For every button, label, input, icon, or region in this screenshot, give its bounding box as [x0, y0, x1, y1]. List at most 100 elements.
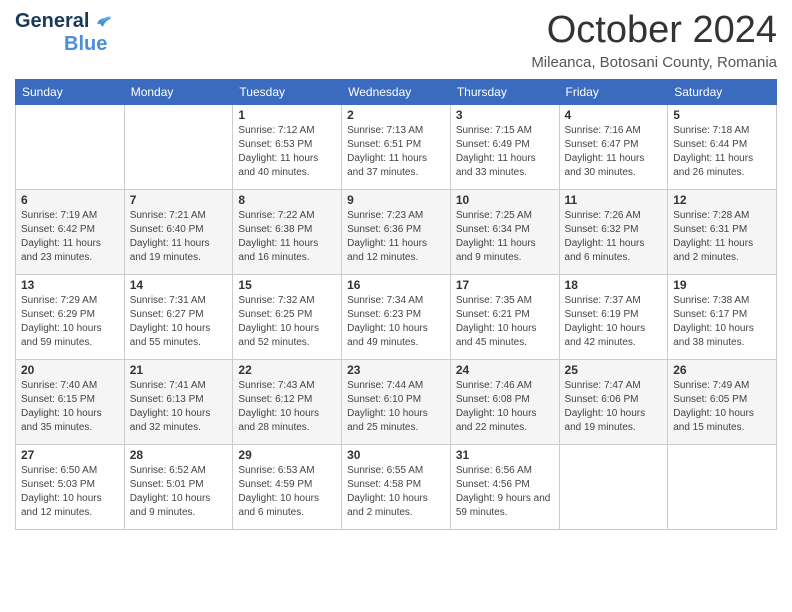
- calendar-cell: 24 Sunrise: 7:46 AM Sunset: 6:08 PM Dayli…: [450, 359, 559, 444]
- day-number: 24: [456, 363, 554, 377]
- calendar-cell: 6 Sunrise: 7:19 AM Sunset: 6:42 PM Daylig…: [16, 189, 125, 274]
- day-info: Sunrise: 6:53 AM Sunset: 4:59 PM Dayligh…: [238, 464, 336, 520]
- day-number: 15: [238, 278, 336, 292]
- day-info: Sunrise: 7:41 AM Sunset: 6:13 PM Dayligh…: [130, 379, 228, 435]
- calendar-cell: 27 Sunrise: 6:50 AM Sunset: 5:03 PM Dayli…: [16, 444, 125, 529]
- day-number: 23: [347, 363, 445, 377]
- day-number: 9: [347, 193, 445, 207]
- calendar-cell: 16Sunrise: 7:34 AM Sunset: 6:23 PM Dayli…: [342, 274, 451, 359]
- day-info: Sunrise: 7:25 AM Sunset: 6:34 PM Dayligh…: [456, 209, 554, 265]
- calendar-cell: 17Sunrise: 7:35 AM Sunset: 6:21 PM Dayli…: [450, 274, 559, 359]
- calendar-cell: 18 Sunrise: 7:37 AM Sunset: 6:19 PM Dayli…: [559, 274, 668, 359]
- calendar-cell: [668, 444, 777, 529]
- day-number: 11: [565, 193, 663, 207]
- day-number: 31: [456, 448, 554, 462]
- logo-bird-icon: [91, 11, 113, 33]
- calendar-week-row: 27 Sunrise: 6:50 AM Sunset: 5:03 PM Dayli…: [16, 444, 777, 529]
- day-number: 4: [565, 108, 663, 122]
- calendar-cell: 15Sunrise: 7:32 AM Sunset: 6:25 PM Dayli…: [233, 274, 342, 359]
- calendar-cell: 25Sunrise: 7:47 AM Sunset: 6:06 PM Dayli…: [559, 359, 668, 444]
- calendar-cell: 5 Sunrise: 7:18 AM Sunset: 6:44 PM Daylig…: [668, 104, 777, 189]
- calendar-cell: [124, 104, 233, 189]
- day-info: Sunrise: 7:21 AM Sunset: 6:40 PM Dayligh…: [130, 209, 228, 265]
- calendar-cell: 3 Sunrise: 7:15 AM Sunset: 6:49 PM Daylig…: [450, 104, 559, 189]
- calendar-cell: 4 Sunrise: 7:16 AM Sunset: 6:47 PM Daylig…: [559, 104, 668, 189]
- title-section: October 2024 Mileanca, Botosani County, …: [531, 10, 777, 71]
- calendar-cell: 1 Sunrise: 7:12 AM Sunset: 6:53 PM Daylig…: [233, 104, 342, 189]
- calendar-cell: [16, 104, 125, 189]
- calendar-cell: 31 Sunrise: 6:56 AM Sunset: 4:56 PM Dayli…: [450, 444, 559, 529]
- calendar-cell: 23Sunrise: 7:44 AM Sunset: 6:10 PM Dayli…: [342, 359, 451, 444]
- day-info: Sunrise: 7:16 AM Sunset: 6:47 PM Dayligh…: [565, 124, 663, 180]
- day-info: Sunrise: 7:43 AM Sunset: 6:12 PM Dayligh…: [238, 379, 336, 435]
- day-number: 26: [673, 363, 771, 377]
- calendar-cell: 28 Sunrise: 6:52 AM Sunset: 5:01 PM Dayli…: [124, 444, 233, 529]
- day-info: Sunrise: 7:19 AM Sunset: 6:42 PM Dayligh…: [21, 209, 119, 265]
- calendar-cell: 10 Sunrise: 7:25 AM Sunset: 6:34 PM Dayli…: [450, 189, 559, 274]
- location: Mileanca, Botosani County, Romania: [531, 54, 777, 71]
- day-info: Sunrise: 6:52 AM Sunset: 5:01 PM Dayligh…: [130, 464, 228, 520]
- day-info: Sunrise: 7:26 AM Sunset: 6:32 PM Dayligh…: [565, 209, 663, 265]
- day-number: 3: [456, 108, 554, 122]
- calendar-cell: 29 Sunrise: 6:53 AM Sunset: 4:59 PM Dayli…: [233, 444, 342, 529]
- day-number: 12: [673, 193, 771, 207]
- day-info: Sunrise: 7:37 AM Sunset: 6:19 PM Dayligh…: [565, 294, 663, 350]
- day-number: 2: [347, 108, 445, 122]
- calendar-cell: 8Sunrise: 7:22 AM Sunset: 6:38 PM Daylig…: [233, 189, 342, 274]
- calendar-cell: [559, 444, 668, 529]
- logo: General Blue: [15, 10, 113, 56]
- day-number: 5: [673, 108, 771, 122]
- day-info: Sunrise: 6:56 AM Sunset: 4:56 PM Dayligh…: [456, 464, 554, 520]
- day-number: 13: [21, 278, 119, 292]
- day-info: Sunrise: 7:46 AM Sunset: 6:08 PM Dayligh…: [456, 379, 554, 435]
- calendar-cell: 20Sunrise: 7:40 AM Sunset: 6:15 PM Dayli…: [16, 359, 125, 444]
- calendar-header-wednesday: Wednesday: [342, 79, 451, 104]
- day-info: Sunrise: 7:18 AM Sunset: 6:44 PM Dayligh…: [673, 124, 771, 180]
- day-number: 29: [238, 448, 336, 462]
- day-info: Sunrise: 6:55 AM Sunset: 4:58 PM Dayligh…: [347, 464, 445, 520]
- calendar-header-row: SundayMondayTuesdayWednesdayThursdayFrid…: [16, 79, 777, 104]
- day-info: Sunrise: 7:34 AM Sunset: 6:23 PM Dayligh…: [347, 294, 445, 350]
- day-number: 27: [21, 448, 119, 462]
- day-info: Sunrise: 7:12 AM Sunset: 6:53 PM Dayligh…: [238, 124, 336, 180]
- calendar-week-row: 13 Sunrise: 7:29 AM Sunset: 6:29 PM Dayli…: [16, 274, 777, 359]
- calendar-cell: 22Sunrise: 7:43 AM Sunset: 6:12 PM Dayli…: [233, 359, 342, 444]
- day-info: Sunrise: 7:28 AM Sunset: 6:31 PM Dayligh…: [673, 209, 771, 265]
- calendar-header-thursday: Thursday: [450, 79, 559, 104]
- day-number: 25: [565, 363, 663, 377]
- day-number: 28: [130, 448, 228, 462]
- day-info: Sunrise: 7:22 AM Sunset: 6:38 PM Dayligh…: [238, 209, 336, 265]
- day-info: Sunrise: 6:50 AM Sunset: 5:03 PM Dayligh…: [21, 464, 119, 520]
- day-number: 1: [238, 108, 336, 122]
- day-number: 18: [565, 278, 663, 292]
- day-number: 10: [456, 193, 554, 207]
- calendar-header-saturday: Saturday: [668, 79, 777, 104]
- calendar-cell: 7 Sunrise: 7:21 AM Sunset: 6:40 PM Daylig…: [124, 189, 233, 274]
- calendar-cell: 13 Sunrise: 7:29 AM Sunset: 6:29 PM Dayli…: [16, 274, 125, 359]
- calendar-cell: 12 Sunrise: 7:28 AM Sunset: 6:31 PM Dayli…: [668, 189, 777, 274]
- day-info: Sunrise: 7:31 AM Sunset: 6:27 PM Dayligh…: [130, 294, 228, 350]
- calendar-cell: 30 Sunrise: 6:55 AM Sunset: 4:58 PM Dayli…: [342, 444, 451, 529]
- logo-blue-text: Blue: [64, 33, 107, 56]
- day-number: 30: [347, 448, 445, 462]
- day-info: Sunrise: 7:29 AM Sunset: 6:29 PM Dayligh…: [21, 294, 119, 350]
- calendar-week-row: 20Sunrise: 7:40 AM Sunset: 6:15 PM Dayli…: [16, 359, 777, 444]
- day-info: Sunrise: 7:38 AM Sunset: 6:17 PM Dayligh…: [673, 294, 771, 350]
- day-info: Sunrise: 7:49 AM Sunset: 6:05 PM Dayligh…: [673, 379, 771, 435]
- calendar-table: SundayMondayTuesdayWednesdayThursdayFrid…: [15, 79, 777, 530]
- day-number: 7: [130, 193, 228, 207]
- day-info: Sunrise: 7:35 AM Sunset: 6:21 PM Dayligh…: [456, 294, 554, 350]
- calendar-cell: 9Sunrise: 7:23 AM Sunset: 6:36 PM Daylig…: [342, 189, 451, 274]
- logo-general-text: General: [15, 10, 89, 33]
- calendar-cell: 26 Sunrise: 7:49 AM Sunset: 6:05 PM Dayli…: [668, 359, 777, 444]
- calendar-cell: 11 Sunrise: 7:26 AM Sunset: 6:32 PM Dayli…: [559, 189, 668, 274]
- calendar-week-row: 1 Sunrise: 7:12 AM Sunset: 6:53 PM Daylig…: [16, 104, 777, 189]
- day-number: 14: [130, 278, 228, 292]
- day-number: 20: [21, 363, 119, 377]
- calendar-cell: 2Sunrise: 7:13 AM Sunset: 6:51 PM Daylig…: [342, 104, 451, 189]
- day-number: 6: [21, 193, 119, 207]
- calendar-cell: 14 Sunrise: 7:31 AM Sunset: 6:27 PM Dayli…: [124, 274, 233, 359]
- month-title: October 2024: [531, 10, 777, 52]
- day-info: Sunrise: 7:15 AM Sunset: 6:49 PM Dayligh…: [456, 124, 554, 180]
- day-number: 21: [130, 363, 228, 377]
